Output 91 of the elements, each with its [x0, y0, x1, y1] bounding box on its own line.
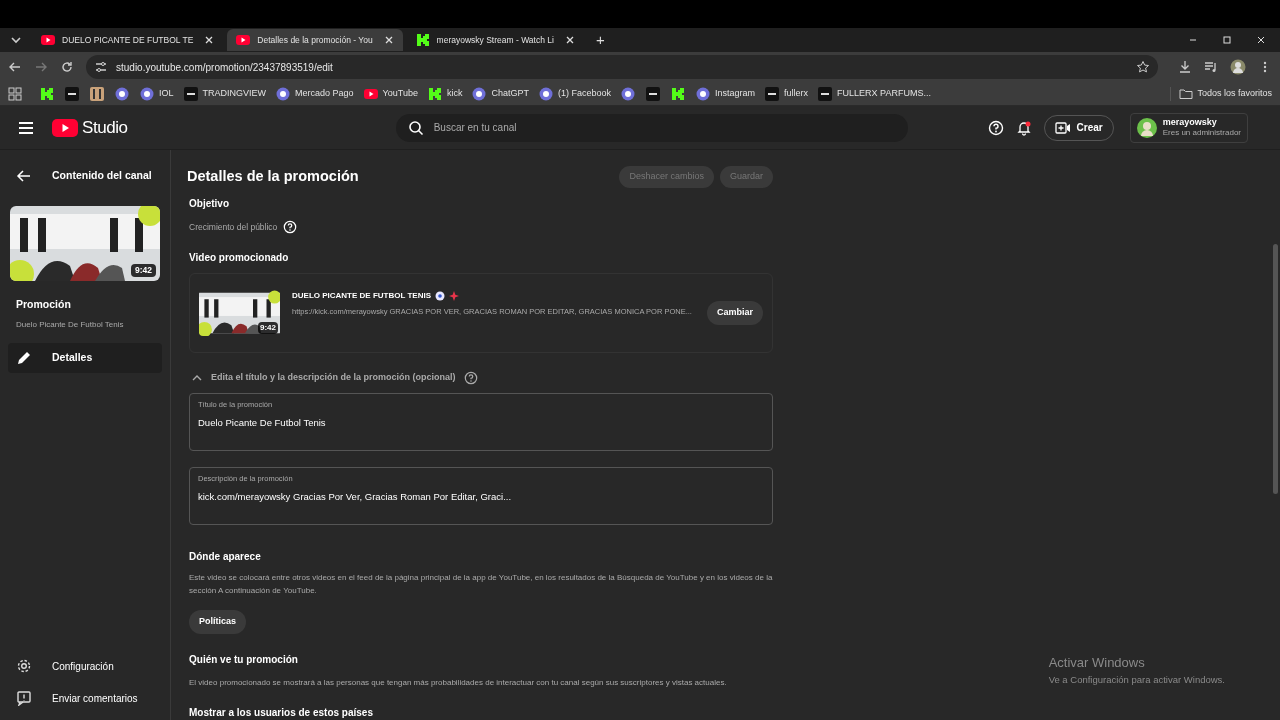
bookmark-link[interactable]: IOL — [159, 86, 174, 101]
section-heading: Objetivo — [189, 197, 230, 211]
field-value[interactable]: kick.com/merayowsky Gracias Por Ver, Gracias Roman Por Editar, Graci... — [198, 490, 764, 505]
close-icon[interactable] — [1255, 34, 1267, 46]
section-description: Este video se colocará entre otros videos en el feed de la página principal de la app de YouTube, en los resultados de la Búsqueda de YouTube y en los videos de la sección A continuación de YouTube. — [189, 572, 773, 597]
section-heading: Video promocionado — [189, 251, 290, 265]
site-settings-icon[interactable] — [94, 60, 108, 74]
kick-icon — [426, 85, 443, 102]
bookmark-icon — [695, 85, 711, 102]
section-heading: Mostrar a los usuarios de estos países — [189, 705, 374, 720]
search-icon — [407, 119, 424, 136]
help-icon[interactable] — [283, 220, 298, 234]
bookmark-icon[interactable] — [114, 85, 130, 102]
kick-icon — [414, 32, 431, 48]
account-role: Eres un administrador — [1162, 128, 1241, 139]
browser-tab[interactable]: Detalles de la promoción - You — [227, 29, 403, 51]
bookmark-link[interactable]: ChatGPT — [491, 86, 529, 101]
bookmark-link[interactable]: kick — [446, 86, 463, 101]
logo-icon — [52, 117, 78, 138]
account-switcher[interactable]: merayowsky Eres un administrador — [1129, 112, 1248, 143]
settings-icon — [16, 658, 32, 674]
video-add-icon — [1054, 120, 1071, 135]
apps-icon[interactable] — [8, 86, 22, 101]
help-icon[interactable] — [987, 119, 1004, 136]
video-title: DUELO PICANTE DE FUTBOL TENIS — [292, 290, 431, 302]
bookmark-icon[interactable] — [64, 85, 80, 102]
scrollbar[interactable] — [1273, 244, 1278, 494]
star-icon[interactable] — [1136, 60, 1150, 74]
media-icon[interactable] — [1204, 60, 1218, 74]
bell-icon[interactable] — [1015, 119, 1032, 136]
kick-icon[interactable] — [670, 85, 686, 102]
bookmark-icon — [764, 85, 781, 102]
bookmark-icon — [817, 85, 834, 102]
kick-icon[interactable] — [39, 85, 55, 102]
reload-icon[interactable] — [60, 60, 74, 74]
bookmark-icon — [139, 85, 155, 102]
back-arrow-icon — [16, 168, 32, 184]
spark-icon — [448, 291, 459, 301]
nav-item[interactable]: Detalles — [8, 342, 162, 373]
restore-icon[interactable] — [1221, 34, 1233, 46]
avatar-icon — [1136, 117, 1157, 138]
nav-item[interactable]: Enviar comentarios — [0, 682, 170, 714]
bookmark-link[interactable]: Mercado Pago — [295, 86, 354, 101]
url-text: studio.youtube.com/promotion/23437893519/edit — [116, 60, 334, 75]
forward-icon[interactable] — [34, 60, 48, 74]
help-icon — [463, 371, 478, 385]
folder-icon — [1179, 86, 1194, 101]
expand-toggle[interactable]: Edita el título y la descripción de la promoción (opcional) — [191, 371, 773, 385]
browser-tab[interactable]: DUELO PICANTE DE FUTBOL TE — [32, 29, 224, 51]
account-name: merayowsky — [1162, 116, 1218, 129]
bookmark-icon — [471, 85, 488, 102]
back-link[interactable]: Contenido del canal — [0, 154, 170, 198]
pencil-icon — [16, 349, 32, 366]
bookmark-icon — [182, 85, 199, 102]
download-icon[interactable] — [1178, 60, 1192, 74]
bookmark-icon — [537, 85, 554, 102]
avatar-icon[interactable] — [1230, 59, 1246, 75]
nav-item[interactable]: Configuración — [0, 650, 170, 682]
page-title: Detalles de la promoción — [187, 167, 359, 187]
section-heading: Quién ve tu promoción — [189, 652, 299, 667]
objective-value: Crecimiento del público — [189, 220, 278, 234]
field-value[interactable]: Duelo Picante De Futbol Tenis — [198, 416, 764, 431]
change-button[interactable]: Cambiar — [707, 301, 763, 325]
back-icon[interactable] — [8, 60, 22, 74]
feedback-icon — [16, 690, 32, 706]
search-field[interactable]: Buscar en tu canal — [395, 113, 908, 142]
youtube-icon — [235, 32, 252, 48]
bookmark-link[interactable]: YouTube — [382, 86, 418, 101]
channel-title: Promoción — [15, 297, 72, 312]
address-bar[interactable]: studio.youtube.com/promotion/23437893519/edit — [86, 55, 1158, 79]
policies-button[interactable]: Políticas — [189, 609, 246, 634]
section-description: El video promocionado se mostrará a las personas que tengan más probabilidades de interactuar con tu canal según sus suscriptores y vistas actuales. — [189, 676, 728, 689]
bookmark-link[interactable]: Todos los favoritos — [1197, 86, 1272, 101]
logo-text: Studio — [82, 116, 128, 139]
bookmark-link[interactable]: TRADINGVIEW — [202, 86, 267, 101]
activation-title: Activar Windows — [1048, 654, 1146, 673]
browser-tab[interactable]: merayowsky Stream - Watch Li — [406, 29, 584, 51]
bookmark-icon[interactable] — [645, 85, 661, 102]
youtube-icon — [40, 32, 56, 48]
ball-icon — [434, 291, 445, 301]
section-heading: Dónde aparece — [189, 550, 262, 564]
bookmark-link[interactable]: fullerx — [784, 86, 809, 101]
bookmark-link[interactable]: FULLERX PARFUMS... — [837, 86, 931, 101]
bookmark-icon[interactable] — [620, 85, 636, 102]
bookmark-icon — [275, 85, 292, 102]
activation-text: Ve a Configuración para activar Windows. — [1048, 672, 1225, 687]
duration-badge: 9:42 — [131, 264, 156, 277]
bookmark-link[interactable]: (1) Facebook — [557, 86, 611, 101]
new-tab-button[interactable]: + — [587, 28, 613, 52]
bookmark-link[interactable]: Instagram — [715, 86, 756, 101]
video-title: Duelo Picante De Futbol Tenis — [15, 318, 125, 331]
